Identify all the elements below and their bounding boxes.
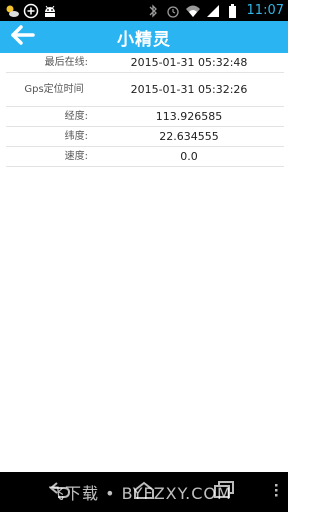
weather-icon — [4, 3, 20, 19]
menu-icon — [272, 480, 280, 504]
speed-value: 0.0 — [180, 150, 198, 163]
nav-recent-apps-button[interactable] — [212, 480, 236, 504]
last-online-value: 2015-01-31 05:32:48 — [130, 56, 248, 69]
battery-icon — [225, 3, 241, 19]
latitude-value: 22.634555 — [159, 130, 219, 143]
signal-icon — [205, 3, 221, 19]
list-item-latitude: 纬度: 22.634555 — [6, 127, 284, 147]
nav-home-button[interactable] — [132, 480, 156, 504]
speed-label: 速度: — [64, 150, 88, 162]
back-button[interactable] — [8, 25, 38, 49]
nav-menu-button[interactable] — [264, 482, 288, 502]
info-list: 最后在线: 2015-01-31 05:32:48 Gps定位时间 2015-0… — [6, 53, 284, 167]
back-icon — [48, 480, 72, 504]
last-online-label: 最后在线: — [44, 56, 88, 68]
wifi-icon — [185, 3, 201, 19]
gps-time-label: Gps定位时间 — [24, 83, 84, 95]
navigation-bar — [0, 472, 288, 512]
status-bar-right: 11:07 — [145, 3, 288, 19]
add-circle-icon — [23, 3, 39, 19]
android-icon — [42, 3, 58, 19]
back-arrow-icon — [10, 25, 36, 49]
list-item-gps-time: Gps定位时间 2015-01-31 05:32:26 — [6, 73, 284, 107]
page-title: 小精灵 — [117, 29, 171, 50]
home-icon — [132, 480, 156, 504]
list-item-speed: 速度: 0.0 — [6, 147, 284, 167]
recent-apps-icon — [212, 480, 236, 504]
longitude-label: 经度: — [64, 110, 88, 122]
longitude-value: 113.926585 — [155, 110, 223, 123]
latitude-label: 纬度: — [64, 130, 88, 142]
gps-time-value: 2015-01-31 05:32:26 — [130, 83, 248, 96]
status-bar: 11:07 — [0, 0, 288, 21]
bluetooth-icon — [145, 3, 161, 19]
list-item-longitude: 经度: 113.926585 — [6, 107, 284, 127]
title-bar: 小精灵 — [0, 21, 288, 53]
alarm-icon — [165, 3, 181, 19]
list-item-last-online: 最后在线: 2015-01-31 05:32:48 — [6, 53, 284, 73]
status-time: 11:07 — [246, 3, 284, 18]
nav-back-button[interactable] — [48, 482, 72, 502]
status-bar-left — [0, 3, 58, 19]
